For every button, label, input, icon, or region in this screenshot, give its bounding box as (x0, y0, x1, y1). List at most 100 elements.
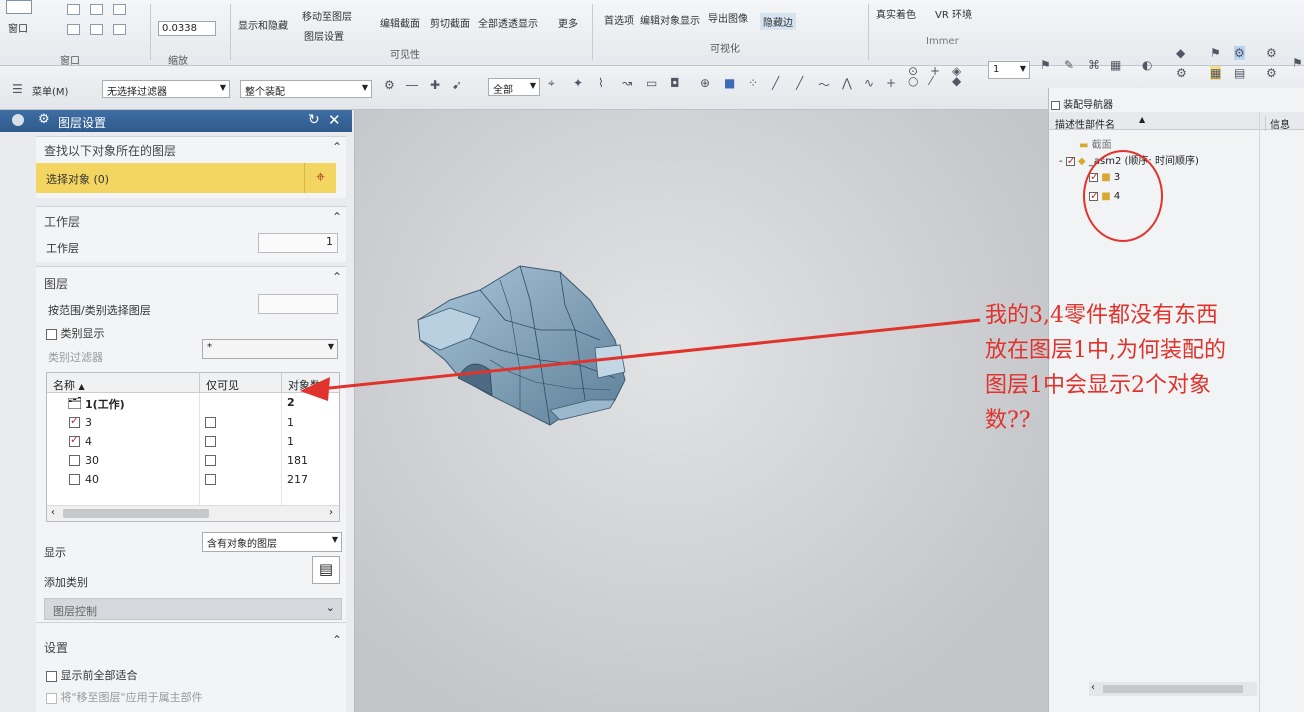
layout-icon[interactable] (67, 24, 80, 35)
rect-select-icon[interactable]: ▭ (646, 76, 657, 90)
grid-icon[interactable]: ▦ (1110, 58, 1121, 72)
window-button[interactable]: 窗口 (8, 20, 28, 35)
show-all-button[interactable]: 全部透透显示 (478, 15, 538, 30)
layout-icon[interactable] (67, 4, 80, 15)
pointer-icon[interactable]: ➹ (452, 78, 462, 92)
layout-icon[interactable] (90, 24, 103, 35)
layer-visible-checkbox[interactable] (69, 433, 80, 447)
tool-icon[interactable]: ▤ (1234, 66, 1245, 80)
snap-point-icon[interactable]: ⌖ (548, 76, 555, 91)
expand-icon[interactable]: ⌄ (326, 601, 335, 614)
fit-all-checkbox[interactable] (46, 670, 57, 682)
tool-icon[interactable]: ⚙ (1176, 66, 1187, 80)
horizontal-scrollbar[interactable]: ‹ (1089, 682, 1257, 696)
scroll-right-icon[interactable]: › (329, 507, 333, 518)
count-dropdown[interactable]: 1 ▼ (988, 61, 1030, 79)
apply-owner-checkbox[interactable] (46, 692, 57, 704)
column-visible-only[interactable]: 仅可见 (199, 373, 281, 393)
true-shading-button[interactable]: 真实着色 (876, 6, 916, 21)
root-checkbox[interactable] (1065, 154, 1076, 167)
tool-icon[interactable]: ⚑ (1292, 56, 1303, 70)
category-display-row[interactable]: 类别显示 (46, 325, 105, 341)
visible-only-checkbox[interactable] (205, 454, 216, 466)
graphics-viewport[interactable] (355, 110, 1048, 712)
more-button[interactable]: 更多 (558, 15, 578, 30)
layer-visible-checkbox[interactable] (69, 473, 80, 485)
zoom-input[interactable]: 0.0338 (158, 21, 216, 36)
collapse-icon[interactable]: ⌃ (332, 140, 342, 154)
visible-only-checkbox[interactable] (205, 473, 216, 485)
flag-icon[interactable]: ⚑ (1210, 46, 1221, 60)
column-description[interactable]: 描述性部件名 (1055, 116, 1115, 131)
slash-icon[interactable]: ⁄ (930, 74, 932, 88)
brush-icon[interactable]: ✎ (1064, 58, 1074, 72)
tool-icon[interactable]: ⌘ (1088, 58, 1100, 72)
clip-section-button[interactable]: 剪切截面 (430, 15, 470, 30)
points-icon[interactable]: ⁘ (748, 76, 758, 90)
preferences-button[interactable]: 首选项 (604, 12, 634, 27)
scrollbar-thumb[interactable] (63, 509, 209, 518)
silhouette-button[interactable]: 隐藏边 (760, 13, 796, 30)
layer-visible-checkbox[interactable] (69, 414, 80, 428)
spline-icon[interactable]: 〜 (818, 76, 830, 93)
move-to-layer-button[interactable]: 移动至图层 (302, 8, 352, 23)
layer-control-bar[interactable]: 图层控制 ⌄ (44, 598, 342, 620)
collapse-icon[interactable]: ⌃ (332, 633, 342, 647)
tool-icon[interactable]: ⚑ (1040, 58, 1051, 72)
scroll-left-icon[interactable]: ‹ (51, 507, 55, 518)
edit-section-button[interactable]: 编辑截面 (380, 15, 420, 30)
highlight-icon[interactable]: ▦ (1210, 66, 1222, 80)
edit-object-display-button[interactable]: 编辑对象显示 (640, 12, 700, 27)
sphere-icon[interactable]: ⊕ (700, 76, 710, 90)
circle-icon[interactable]: ○ (908, 74, 918, 88)
line-tool-icon[interactable]: ╱ (796, 76, 803, 90)
layer-visible-checkbox[interactable] (69, 454, 80, 466)
horizontal-scrollbar[interactable]: ‹ › (47, 505, 339, 521)
apply-owner-row[interactable]: 将"移至图层"应用于属主部件 (46, 689, 203, 705)
visible-only-checkbox[interactable] (205, 416, 216, 428)
selection-filter-dropdown[interactable]: 无选择过滤器 ▼ (102, 80, 230, 98)
midpoint-icon[interactable]: ⌇ (598, 76, 604, 90)
tool-icon[interactable]: ⚙ (1266, 66, 1277, 80)
line-icon[interactable]: ― (406, 78, 418, 92)
cube-icon[interactable]: ■ (724, 76, 735, 90)
cube-icon[interactable]: ◆ (1176, 46, 1185, 60)
tool-icon[interactable]: ⚙ (1234, 46, 1245, 60)
layout-icon[interactable] (113, 24, 126, 35)
close-icon[interactable]: ✕ (328, 111, 341, 129)
fit-all-row[interactable]: 显示前全部适合 (46, 667, 138, 683)
display-dropdown[interactable]: 含有对象的图层 ▼ (202, 532, 342, 552)
zigzag-icon[interactable]: ⋀ (842, 76, 852, 90)
scrollbar-thumb[interactable] (1103, 685, 1243, 693)
add-category-button[interactable]: ▤ (312, 556, 340, 584)
category-display-checkbox[interactable] (46, 328, 57, 340)
all-dropdown[interactable]: 全部 ▼ (488, 78, 540, 96)
endpoint-icon[interactable]: ✦ (573, 76, 583, 90)
layout-icon[interactable] (90, 4, 103, 15)
wave-icon[interactable]: ∿ (864, 76, 874, 90)
visible-only-checkbox[interactable] (205, 435, 216, 447)
collapse-icon[interactable]: ⌃ (332, 270, 342, 284)
filter-icon[interactable]: ✚ (430, 78, 440, 92)
snap-icon[interactable]: ⚙ (384, 78, 395, 92)
menu-button[interactable]: 菜单(M) (32, 83, 68, 98)
tool-icon[interactable]: ⚙ (1266, 46, 1277, 60)
collapse-icon[interactable]: - (1059, 156, 1063, 167)
select-object-row[interactable]: 选择对象 (0) ⌖ (36, 163, 336, 193)
column-info[interactable]: 信息 (1265, 116, 1290, 131)
layout-icon[interactable] (113, 4, 126, 15)
work-layer-input[interactable]: 1 (258, 233, 338, 253)
show-hide-button[interactable]: 显示和隐藏 (238, 17, 288, 32)
layer-settings-button[interactable]: 图层设置 (304, 28, 344, 43)
shape-icon[interactable]: ◆ (952, 74, 961, 88)
table-row[interactable]: 30 181 (47, 451, 339, 470)
line-tool-icon[interactable]: ╱ (772, 76, 779, 90)
table-row[interactable]: 40 217 (47, 470, 339, 489)
paint-icon[interactable]: ◐ (1142, 58, 1152, 72)
column-name[interactable]: 名称 ▲ (47, 373, 199, 393)
reset-icon[interactable]: ↻ (308, 112, 320, 128)
pin-checkbox[interactable] (1051, 100, 1060, 110)
tree-item-section[interactable]: ▬ 截面 (1079, 136, 1112, 151)
table-row[interactable]: 4 1 (47, 432, 339, 451)
assembly-scope-dropdown[interactable]: 整个装配 ▼ (240, 80, 372, 98)
